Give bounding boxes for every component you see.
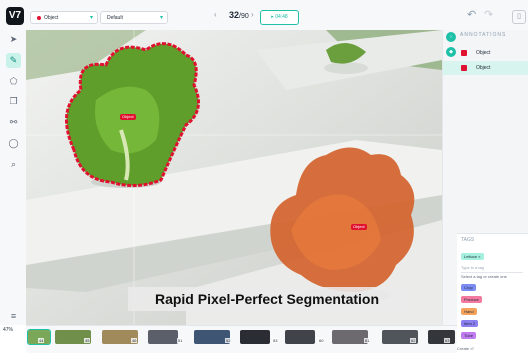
- thumbnail[interactable]: [332, 330, 368, 344]
- tag-option-hand[interactable]: Hand: [461, 308, 477, 315]
- annotation-label: Object: [476, 50, 491, 56]
- class-select[interactable]: Object ▾: [30, 11, 98, 24]
- undo-icon[interactable]: ↶: [467, 8, 476, 21]
- thumbnail-number: 46: [131, 338, 138, 343]
- annotations-header: ANNOTATIONS: [443, 30, 528, 42]
- annotation-color: [461, 65, 467, 71]
- polygon-icon[interactable]: ⬠: [6, 74, 21, 89]
- menu-icon[interactable]: ≡: [6, 309, 21, 324]
- annotation-row-selected[interactable]: Object: [443, 61, 528, 75]
- tag-option-crop[interactable]: Crop: [461, 284, 476, 291]
- copy-icon[interactable]: ❐: [6, 94, 21, 109]
- v7-logo: V7: [6, 7, 24, 25]
- pointer-icon[interactable]: ➤: [6, 32, 21, 47]
- tag-chip-label: Lettuce: [464, 254, 478, 259]
- tool-sidebar: ➤ ✎ ⬠ ❐ ⚯ ◯ ⌕ ≡: [0, 30, 27, 325]
- tags-panel: TAGS Lettuce × Type in a tag Select a ta…: [457, 233, 528, 353]
- image-counter-current: 32: [229, 10, 240, 20]
- thumbnail-number: 44: [38, 338, 45, 343]
- prev-image-button[interactable]: ‹: [214, 10, 217, 19]
- annotation-row[interactable]: Object: [443, 46, 528, 60]
- thumbnail[interactable]: [148, 330, 178, 344]
- thumbnail-number: 52: [225, 338, 232, 343]
- timer: ▸ 04:48: [260, 10, 299, 25]
- brush-icon[interactable]: ✎: [6, 53, 21, 68]
- canvas-image: [26, 30, 442, 325]
- annotation-label: Object: [476, 65, 491, 71]
- trash-icon[interactable]: ▯: [512, 10, 526, 24]
- tag-option-tube[interactable]: Tube: [461, 332, 476, 339]
- thumbnail[interactable]: [240, 330, 270, 344]
- tag-option-produce[interactable]: Produce: [461, 296, 482, 303]
- tag-chip-lettuce[interactable]: Lettuce ×: [461, 253, 484, 260]
- zoom-icon[interactable]: ⌕: [6, 157, 21, 172]
- keypoint-icon[interactable]: ⚯: [6, 115, 21, 130]
- annotations-title: ANNOTATIONS: [460, 32, 507, 38]
- thumbnail-number: 51: [177, 338, 184, 343]
- object-label-2[interactable]: Object: [351, 224, 367, 230]
- tag-option-item-2[interactable]: Item 2: [461, 320, 479, 327]
- tags-header: TAGS: [461, 237, 475, 243]
- image-counter: 32/90: [229, 10, 249, 20]
- thumbnail-number: 61: [364, 338, 371, 343]
- object-label-1[interactable]: Object: [120, 114, 136, 120]
- thumbnail-number: 60: [318, 338, 325, 343]
- image-canvas[interactable]: Object Object: [26, 30, 442, 325]
- chevron-down-icon: ▾: [89, 15, 93, 21]
- tag-hint: Select a tag or create one: [461, 274, 507, 279]
- annotation-color: [461, 50, 467, 56]
- next-image-button[interactable]: ›: [251, 10, 254, 19]
- caption-overlay: Rapid Pixel-Perfect Segmentation: [128, 287, 406, 311]
- view-select-value: Default: [107, 15, 123, 21]
- redo-icon[interactable]: ↷: [484, 8, 493, 21]
- chevron-down-icon: ▾: [159, 15, 163, 21]
- thumbnail[interactable]: [428, 330, 455, 344]
- thumbnail-number: 45: [84, 338, 91, 343]
- thumbnail-number: 53: [272, 338, 279, 343]
- view-select[interactable]: Default ▾: [100, 11, 168, 24]
- zoom-level: 47%: [3, 327, 14, 333]
- thumbnail-number: 62: [410, 338, 417, 343]
- thumbnail-number: 63: [444, 338, 451, 343]
- top-bar: V7 Object ▾ Default ▾ ‹ 32/90 › ▸ 04:48 …: [0, 0, 528, 31]
- thumbnail[interactable]: [285, 330, 315, 344]
- tag-input[interactable]: Type in a tag: [461, 265, 523, 273]
- shape-icon[interactable]: ◯: [6, 136, 21, 151]
- create-tag-label: Create: [457, 346, 470, 351]
- class-select-value: Object: [44, 15, 59, 21]
- image-counter-total: /90: [239, 13, 249, 20]
- timer-value: 04:48: [275, 14, 288, 20]
- class-color-dot: [37, 15, 41, 20]
- create-tag-button[interactable]: Create ⏎: [457, 346, 473, 351]
- filmstrip: 44 45 46 51 52 53 60 61 62 63: [26, 325, 457, 353]
